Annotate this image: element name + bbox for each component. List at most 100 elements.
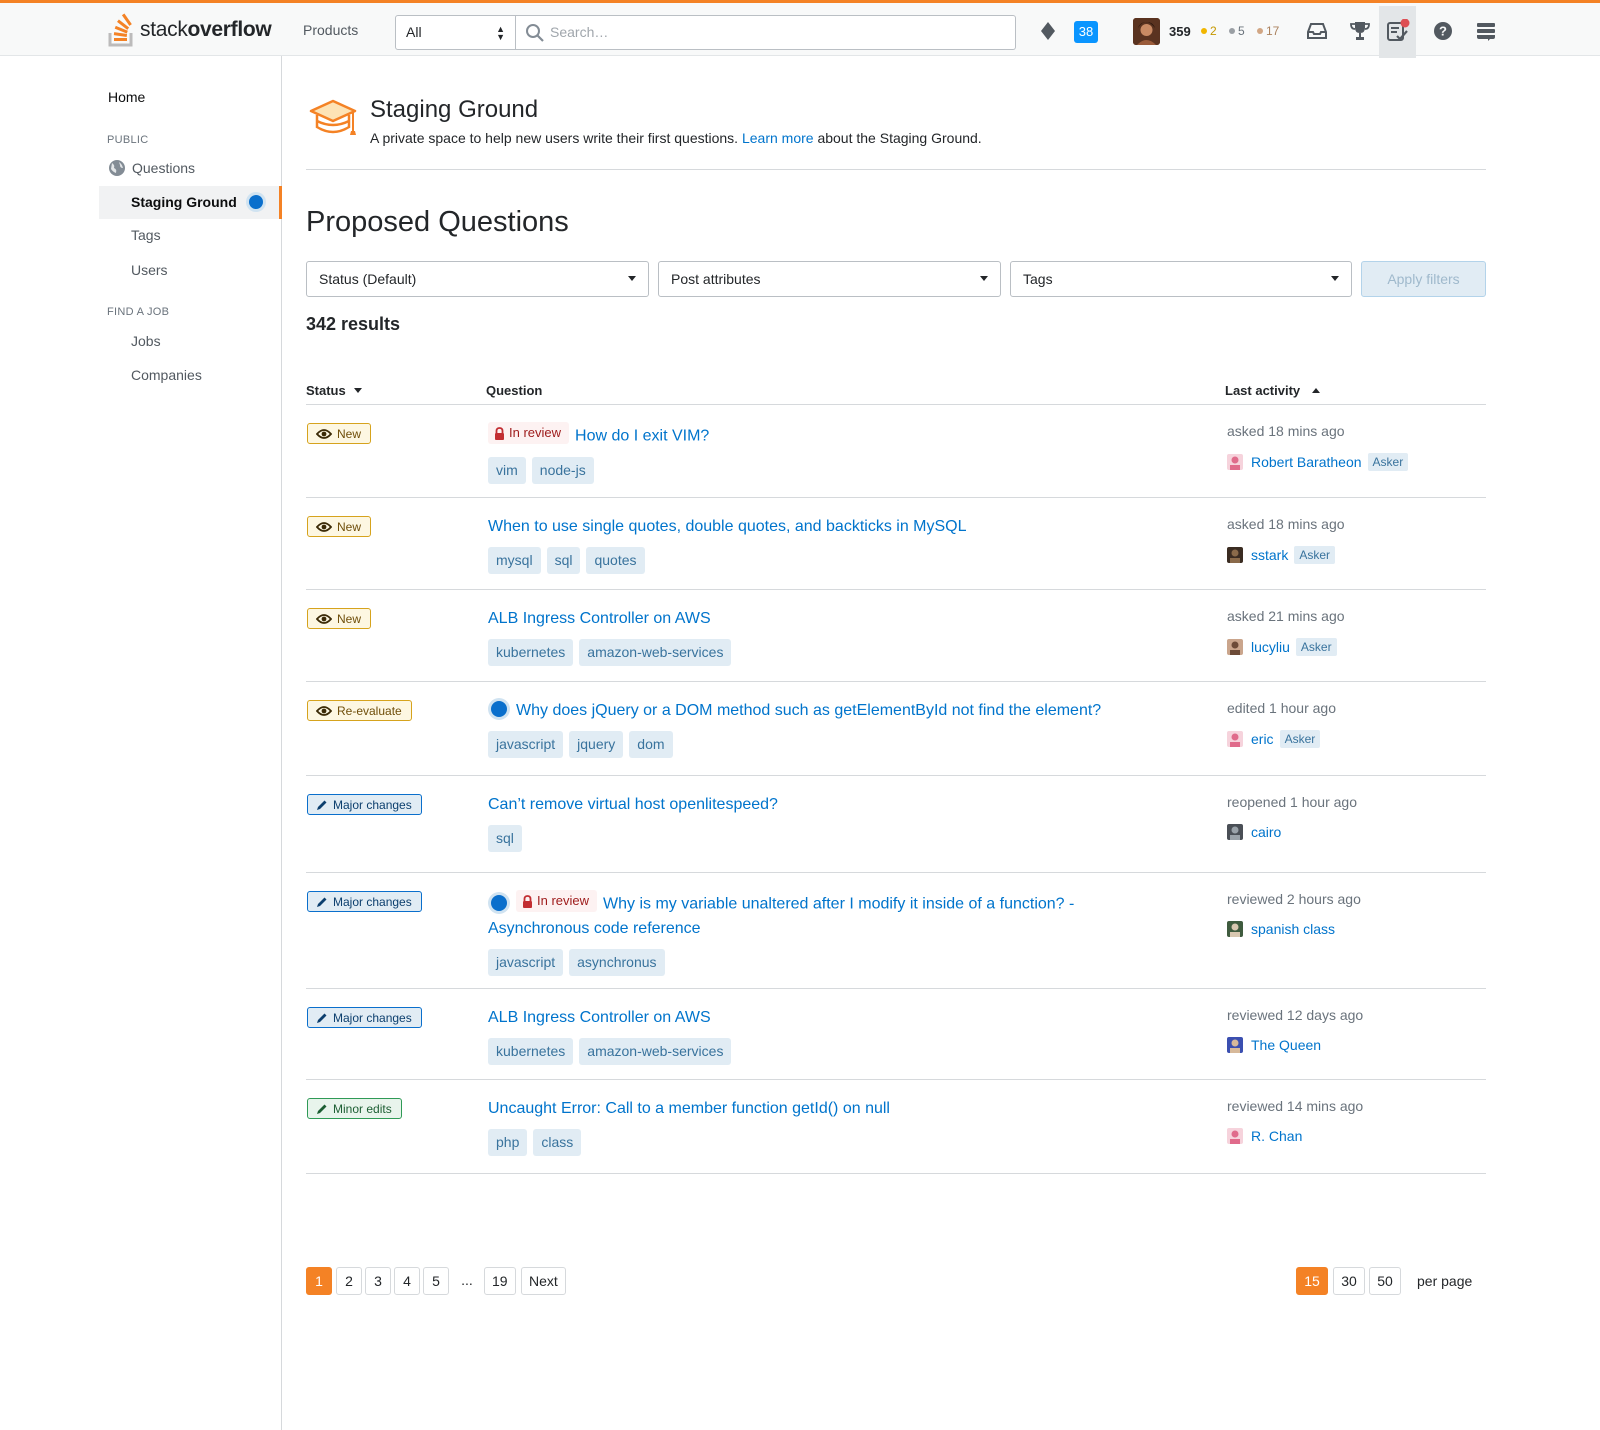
- question-title-link[interactable]: When to use single quotes, double quotes…: [488, 518, 967, 535]
- user-avatar-icon[interactable]: [1227, 731, 1243, 747]
- question-title-link[interactable]: Why does jQuery or a DOM method such as …: [516, 702, 1101, 719]
- user-link[interactable]: lucyliu: [1251, 639, 1290, 655]
- tag[interactable]: php: [488, 1129, 528, 1156]
- help-icon[interactable]: ?: [1431, 19, 1455, 43]
- tag[interactable]: javascript: [488, 731, 564, 758]
- review-queue-icon[interactable]: [1386, 19, 1410, 43]
- lock-icon: [522, 894, 533, 908]
- tag[interactable]: quotes: [586, 547, 645, 574]
- search-icon: [525, 23, 545, 46]
- tag[interactable]: amazon-web-services: [579, 639, 732, 666]
- user-avatar-icon[interactable]: [1227, 1037, 1243, 1053]
- stack-logo-icon: [108, 13, 133, 47]
- in-review-label: In review: [509, 425, 562, 440]
- tag[interactable]: kubernetes: [488, 639, 574, 666]
- per-page-option[interactable]: 15: [1296, 1267, 1328, 1295]
- nav-companies[interactable]: Companies: [131, 367, 202, 383]
- user-link[interactable]: cairo: [1251, 824, 1281, 840]
- stackoverflow-logo[interactable]: stackoverflow: [108, 13, 272, 47]
- column-header-last-activity[interactable]: Last activity: [1225, 383, 1321, 398]
- question-title-link[interactable]: ALB Ingress Controller on AWS: [488, 610, 711, 627]
- pagination-page[interactable]: 5: [423, 1267, 449, 1295]
- tag[interactable]: node-js: [531, 456, 594, 484]
- pagination-page[interactable]: 2: [336, 1267, 362, 1295]
- status-label: New: [337, 519, 362, 534]
- nav-jobs[interactable]: Jobs: [131, 333, 161, 349]
- nav-tags[interactable]: Tags: [131, 227, 161, 243]
- hero-title: Staging Ground: [370, 96, 539, 123]
- search-input[interactable]: [550, 24, 990, 40]
- user-avatar-icon[interactable]: [1227, 824, 1243, 840]
- per-page-option[interactable]: 30: [1333, 1267, 1365, 1295]
- tag[interactable]: sql: [488, 825, 522, 852]
- tag[interactable]: class: [533, 1129, 582, 1156]
- pagination-page[interactable]: 4: [394, 1267, 420, 1295]
- tag[interactable]: dom: [629, 731, 673, 758]
- question-title-link[interactable]: Can’t remove virtual host openlitespeed?: [488, 796, 778, 813]
- question-cell: In review How do I exit VIM? vim node-js: [488, 422, 1168, 484]
- eye-icon: [316, 705, 332, 717]
- tag-list: mysql sql quotes: [488, 547, 1168, 574]
- last-activity: reviewed 14 mins ago: [1227, 1098, 1364, 1114]
- table-row: Major changes ALB Ingress Controller on A…: [306, 989, 1486, 1080]
- reputation-count: 359: [1169, 24, 1191, 39]
- review-count-badge[interactable]: 38: [1074, 21, 1098, 43]
- tag-list: php class: [488, 1129, 1168, 1156]
- products-menu[interactable]: Products: [303, 22, 358, 38]
- inbox-icon[interactable]: [1305, 19, 1329, 43]
- nav-users[interactable]: Users: [131, 262, 168, 278]
- column-header-status[interactable]: Status: [306, 383, 362, 398]
- pagination-page[interactable]: 1: [306, 1267, 332, 1295]
- tag[interactable]: asynchronus: [569, 948, 665, 976]
- last-activity: asked 18 mins ago: [1227, 516, 1345, 532]
- apply-filters-button[interactable]: Apply filters: [1361, 261, 1486, 297]
- user-avatar[interactable]: [1133, 18, 1160, 45]
- tag[interactable]: kubernetes: [488, 1038, 574, 1065]
- tag[interactable]: sql: [546, 547, 581, 574]
- nav-heading-public: PUBLIC: [107, 134, 149, 146]
- user-link[interactable]: spanish class: [1251, 921, 1335, 937]
- nav-questions[interactable]: Questions: [108, 159, 195, 177]
- status-filter-dropdown[interactable]: Status (Default): [306, 261, 649, 297]
- question-title-link[interactable]: ALB Ingress Controller on AWS: [488, 1009, 711, 1026]
- user-avatar-icon[interactable]: [1227, 547, 1243, 563]
- post-attributes-dropdown[interactable]: Post attributes: [658, 261, 1001, 297]
- tag[interactable]: amazon-web-services: [579, 1038, 732, 1065]
- user-avatar-icon[interactable]: [1227, 454, 1243, 470]
- learn-more-link[interactable]: Learn more: [742, 130, 814, 146]
- site-switcher-icon[interactable]: [1474, 19, 1498, 43]
- nav-staging-ground[interactable]: Staging Ground: [99, 186, 282, 219]
- table-row: Major changes Can’t remove virtual host o…: [306, 776, 1486, 873]
- tags-filter-dropdown[interactable]: Tags: [1010, 261, 1352, 297]
- user-link[interactable]: The Queen: [1251, 1037, 1321, 1053]
- pagination-next[interactable]: Next: [521, 1267, 566, 1295]
- question-title-link[interactable]: How do I exit VIM?: [575, 428, 709, 445]
- user-link[interactable]: Robert Baratheon: [1251, 454, 1362, 470]
- user-link[interactable]: R. Chan: [1251, 1128, 1302, 1144]
- search-box[interactable]: [516, 15, 1016, 50]
- pagination-ellipsis: ...: [454, 1267, 480, 1295]
- user-avatar-icon[interactable]: [1227, 639, 1243, 655]
- user-avatar-icon[interactable]: [1227, 1128, 1243, 1144]
- eye-icon: [316, 428, 332, 440]
- user-avatar-icon[interactable]: [1227, 921, 1243, 937]
- silver-dot-icon: [1229, 28, 1235, 34]
- tag[interactable]: mysql: [488, 547, 541, 574]
- question-title-link[interactable]: Why is my variable unaltered after I mod…: [603, 896, 1074, 913]
- up-down-arrows-icon: ▲ ▼: [496, 24, 505, 42]
- question-title-link[interactable]: Uncaught Error: Call to a member functio…: [488, 1100, 890, 1117]
- diamond-icon[interactable]: [1036, 19, 1060, 43]
- question-title-link-continued[interactable]: Asynchronous code reference: [488, 920, 701, 937]
- per-page-option[interactable]: 50: [1369, 1267, 1401, 1295]
- pagination-page[interactable]: 19: [484, 1267, 516, 1295]
- nav-home[interactable]: Home: [108, 89, 145, 105]
- tag[interactable]: vim: [488, 456, 526, 484]
- user-link[interactable]: sstark: [1251, 547, 1288, 563]
- tag[interactable]: jquery: [569, 731, 624, 758]
- search-scope-select[interactable]: All ▲ ▼: [395, 15, 516, 50]
- trophy-icon[interactable]: [1348, 19, 1372, 43]
- pagination-page[interactable]: 3: [365, 1267, 391, 1295]
- status-label: Major changes: [333, 797, 412, 812]
- user-link[interactable]: eric: [1251, 731, 1274, 747]
- tag[interactable]: javascript: [488, 948, 564, 976]
